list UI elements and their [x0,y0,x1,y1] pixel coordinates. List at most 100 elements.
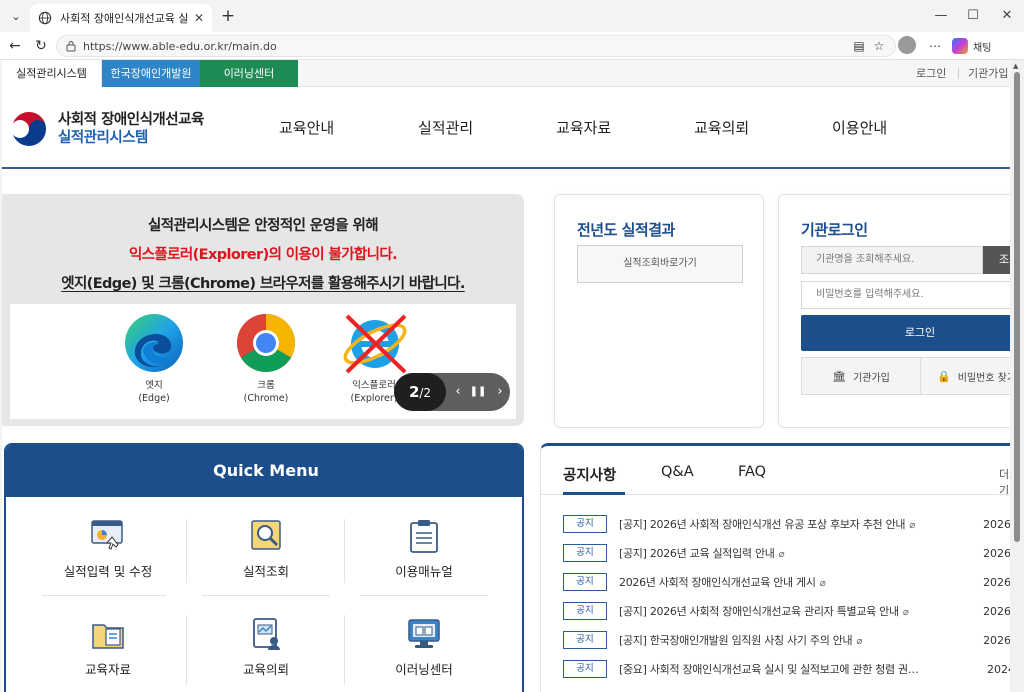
notice-badge: 공지 [563,631,607,649]
prev-year-card: 전년도 실적결과 실적조회바로가기 [554,194,764,428]
page-viewport: 실적관리시스템 한국장애인개발원 이러닝센터 로그인 기관가입 사회적 장애인식… [2,60,1010,692]
notice-badge: 공지 [563,660,607,678]
active-tab-indicator [563,492,625,495]
util-tab-system[interactable]: 실적관리시스템 [2,60,102,87]
scroll-up-arrow-icon[interactable]: ▲ [1013,62,1018,70]
util-join-link[interactable]: 기관가입 [968,60,1008,87]
refresh-icon[interactable]: ↻ [30,36,52,56]
lock-icon [66,41,76,52]
login-title: 기관로그인 [801,221,868,239]
org-search-button[interactable]: 조회 [983,246,1010,274]
performance-input-icon [91,520,123,550]
quick-divider [202,595,330,596]
presentation-request-icon [253,618,280,650]
page-scrollbar[interactable]: ▲ [1010,60,1024,692]
address-bar-row: ← ↻ https://www.able-edu.or.kr/main.do ▤… [0,32,1024,60]
maximize-icon[interactable]: ☐ [958,6,988,26]
site-header: 사회적 장애인식개선교육 실적관리시스템 교육안내 실적관리 교육자료 교육의뢰… [2,87,1010,169]
quick-item-input[interactable]: 실적입력 및 수정 [30,519,186,580]
banner-line3: 엣지(Edge) 및 크롬(Chrome) 브라우저를 활용해주시기 바랍니다. [61,276,465,292]
utility-bar: 실적관리시스템 한국장애인개발원 이러닝센터 로그인 기관가입 [2,60,1010,87]
quick-item-label: 이러닝센터 [395,662,453,677]
monitor-elearning-icon [408,619,440,648]
tab-faq[interactable]: FAQ [738,464,766,480]
org-join-button[interactable]: 🏛 기관가입 [801,357,921,395]
gnb-materials[interactable]: 교육자료 [556,117,611,138]
banner-line2: 익스플로러(Explorer)의 이용이 불가합니다. [128,247,398,263]
quick-item-manual[interactable]: 이용매뉴얼 [346,519,502,580]
tab-qna[interactable]: Q&A [661,464,694,480]
tab-notice[interactable]: 공지사항 [563,464,616,485]
copilot-button[interactable]: 채팅 [952,36,991,56]
util-login-link[interactable]: 로그인 [916,60,946,87]
login-button[interactable]: 로그인 [801,315,1010,351]
attachment-clip-icon: ⌀ [909,520,915,531]
lock-icon: 🔒 [937,369,951,383]
util-tab-elearning[interactable]: 이러닝센터 [200,60,298,87]
org-name-input[interactable]: 기관명을 조회해주세요. [801,246,983,274]
url-text: https://www.able-edu.or.kr/main.do [83,39,277,53]
attachment-clip-icon: ⌀ [856,636,863,647]
performance-lookup-button[interactable]: 실적조회바로가기 [577,245,743,283]
notice-title: [공지] 2026년 사회적 장애인식개선 유공 포상 후보자 추천 안내 ⌀ [619,518,915,531]
edge-sublabel: (Edge) [138,393,170,404]
notice-row[interactable]: 공지 [중요] 사회적 장애인식개선교육 실시 및 실적보고에 관한 청렴 권…… [563,660,1010,678]
new-tab-plus-icon[interactable]: + [218,6,238,26]
back-arrow-icon[interactable]: ← [4,36,26,56]
notice-row[interactable]: 공지 2026년 사회적 장애인식개선교육 안내 게시⌀ 2026-01- [563,573,1010,591]
notice-title: [공지] 2026년 교육 실적입력 안내 ⌀ [619,547,785,560]
quick-item-lookup[interactable]: 실적조회 [188,519,344,580]
notice-row[interactable]: 공지 [공지] 2026년 사회적 장애인식개선 유공 포상 후보자 추천 안내… [563,515,1010,533]
minimize-icon[interactable]: — [926,6,956,26]
notice-row[interactable]: 공지 [공지] 한국장애인개발원 임직원 사칭 사기 주의 안내⌀ 2026-0… [563,631,1010,649]
clipboard-manual-icon [410,520,438,553]
profile-avatar[interactable] [898,36,916,54]
notice-date: 2024-1 [987,662,1010,676]
slide-pause-icon[interactable]: ❚❚ [468,373,488,411]
globe-icon [38,11,52,25]
site-logo[interactable]: 사회적 장애인식개선교육 실적관리시스템 [8,108,204,150]
notice-date: 2026-01- [983,633,1010,647]
slide-counter: 2/2 [394,373,446,411]
quick-item-materials[interactable]: 교육자료 [30,617,186,678]
scrollbar-thumb[interactable] [1014,72,1020,542]
tab-title: 사회적 장애인식개선교육 실적관리 [60,12,188,25]
brand-subtitle: 실적관리시스템 [58,130,148,146]
favorite-star-icon[interactable]: ☆ [872,36,886,56]
more-menu-icon[interactable]: ⋯ [928,36,942,56]
chrome-icon [237,314,295,372]
quick-divider [42,595,166,596]
notice-date: 2026-01- [983,517,1010,531]
notice-title: 2026년 사회적 장애인식개선교육 안내 게시 ⌀ [619,576,826,589]
notice-row[interactable]: 공지 [공지] 2026년 교육 실적입력 안내⌀ 2026-01- [563,544,1010,562]
internet-explorer-icon [343,314,407,374]
find-password-button[interactable]: 🔒비밀번호 찾기 [920,357,1010,395]
copilot-label: 채팅 [973,42,992,54]
tab-list-chevron-icon[interactable]: ⌄ [6,6,26,26]
quick-divider [186,519,187,583]
edge-browser: 엣지 (Edge) [114,312,194,405]
quick-divider [360,595,488,596]
quick-item-elearning[interactable]: 이러닝센터 [346,617,502,678]
reader-icon[interactable]: ▤ [852,36,866,56]
slide-next-icon[interactable]: › [490,373,510,411]
password-input[interactable]: 비밀번호를 입력해주세요. [801,281,1010,309]
gnb-guide[interactable]: 이용안내 [832,117,887,138]
notice-badge: 공지 [563,544,607,562]
slide-prev-icon[interactable]: ‹ [448,373,468,411]
gnb-performance[interactable]: 실적관리 [418,117,473,138]
browser-tab[interactable]: 사회적 장애인식개선교육 실적관리 ✕ [30,4,212,32]
tab-close-icon[interactable]: ✕ [194,11,204,25]
quick-item-request[interactable]: 교육의뢰 [188,617,344,678]
attachment-clip-icon: ⌀ [902,607,909,618]
notice-row[interactable]: 공지 [공지] 2026년 사회적 장애인식개선교육 관리자 특별교육 안내 ⌀ … [563,602,1010,620]
gnb-education-info[interactable]: 교육안내 [279,117,334,138]
chrome-browser: 크롬 (Chrome) [226,312,306,405]
window-close-icon[interactable]: ✕ [992,6,1022,26]
quick-menu: Quick Menu 실적입력 및 수정 실적조회 이용매뉴얼 교육자료 교육의… [4,443,524,692]
url-input[interactable]: https://www.able-edu.or.kr/main.do [56,35,896,57]
prev-year-title: 전년도 실적결과 [577,221,675,239]
brand-title: 사회적 장애인식개선교육 [58,112,204,128]
gnb-request[interactable]: 교육의뢰 [694,117,749,138]
util-tab-koddi[interactable]: 한국장애인개발원 [102,60,200,87]
